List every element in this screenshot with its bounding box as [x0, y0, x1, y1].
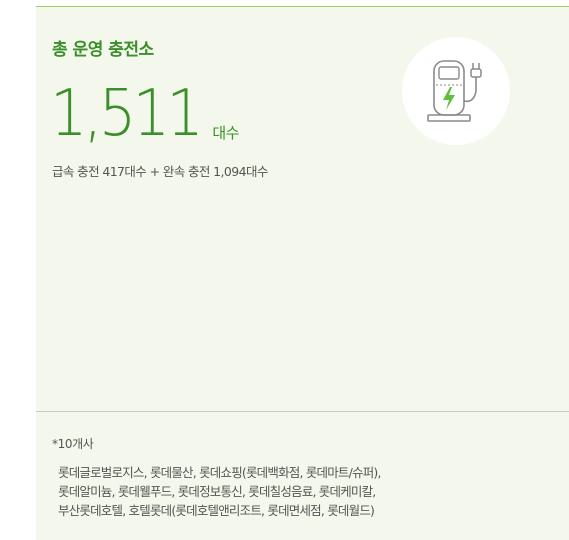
company-line: 롯데알미늄, 롯데웰푸드, 롯데정보통신, 롯데칠성음료, 롯데케미칼,: [58, 484, 376, 499]
note-title: *10개사: [52, 437, 94, 451]
total-count: 1,511 대수: [50, 79, 239, 149]
total-number: 1,511: [50, 77, 204, 151]
company-line: 부산롯데호텔, 호텔롯데(롯데호텔앤리조트, 롯데면세점, 롯데월드): [58, 503, 375, 518]
divider: [36, 411, 569, 412]
company-line: 롯데글로벌로지스, 롯데물산, 롯데쇼핑(롯데백화점, 롯데마트/슈퍼),: [58, 465, 381, 480]
company-list: 롯데글로벌로지스, 롯데물산, 롯데쇼핑(롯데백화점, 롯데마트/슈퍼), 롯데…: [58, 463, 538, 520]
card-title: 총 운영 충전소: [52, 40, 154, 60]
charging-breakdown: 급속 충전 417대수 + 완속 충전 1,094대수: [52, 164, 268, 179]
charging-station-card: 총 운영 충전소 1,511 대수 급속 충전 417대수 + 완속 충전 1,…: [36, 6, 569, 540]
total-unit: 대수: [212, 124, 239, 142]
ev-charger-icon: [402, 37, 510, 145]
